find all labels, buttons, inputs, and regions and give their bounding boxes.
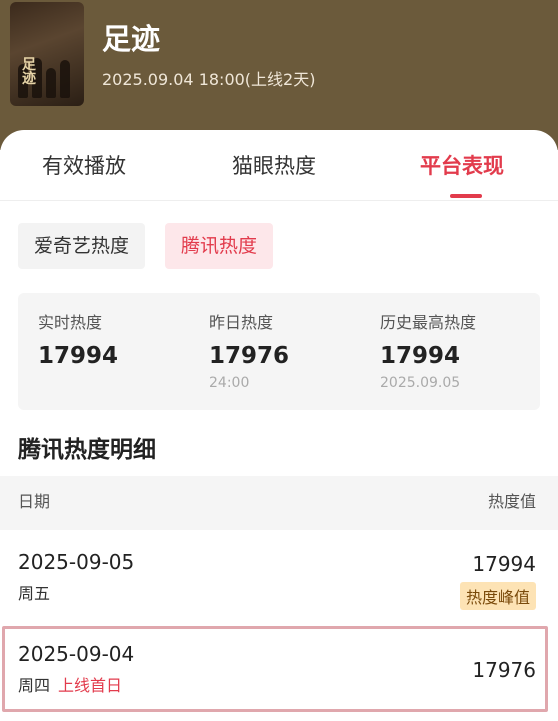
stat-history-max: 历史最高热度 17994 2025.09.05 xyxy=(380,309,476,391)
stat-value: 17994 xyxy=(38,343,119,369)
stat-value: 17976 xyxy=(209,343,290,369)
poster-calligraphy: 足迹 xyxy=(22,57,36,87)
row-weekday-and-tag: 周四 上线首日 xyxy=(18,672,122,696)
column-header-value: 热度值 xyxy=(487,492,536,511)
tab-bar: 有效播放 猫眼热度 平台表现 xyxy=(0,130,558,201)
row-value: 17976 xyxy=(472,658,536,682)
row-date: 2025-09-05 xyxy=(18,550,135,574)
row-weekday: 周五 xyxy=(18,584,51,603)
row-weekday: 周四 xyxy=(18,676,51,695)
content-sheet: 有效播放 猫眼热度 平台表现 爱奇艺热度 腾讯热度 实时热度 17994 昨日热… xyxy=(0,130,558,721)
drama-header: 足迹 足迹 2025.09.04 18:00(上线2天) xyxy=(0,0,558,150)
stat-yesterday: 昨日热度 17976 24:00 xyxy=(209,309,289,391)
platform-chip-iqiyi[interactable]: 爱奇艺热度 xyxy=(18,223,146,269)
release-info: 2025.09.04 18:00(上线2天) xyxy=(102,70,316,89)
detail-section-title: 腾讯热度明细 xyxy=(18,437,156,463)
column-header-date: 日期 xyxy=(18,492,51,511)
stat-subtext: 2025.09.05 xyxy=(380,375,461,391)
stat-subtext: 24:00 xyxy=(209,375,250,391)
active-tab-indicator xyxy=(450,194,482,198)
stat-value: 17994 xyxy=(380,343,461,369)
detail-table-header: 日期 热度值 xyxy=(0,476,558,530)
poster-figure xyxy=(60,60,70,98)
poster-figure xyxy=(46,68,56,98)
table-row[interactable]: 2025-09-05 周五 17994 热度峰值 xyxy=(0,540,558,620)
tab-platform-performance[interactable]: 平台表现 xyxy=(420,150,504,180)
launch-day-tag: 上线首日 xyxy=(58,676,123,695)
heat-summary-card: 实时热度 17994 昨日热度 17976 24:00 历史最高热度 17994… xyxy=(18,293,540,410)
stat-label: 昨日热度 xyxy=(209,313,274,332)
row-value: 17994 xyxy=(472,552,536,576)
poster-image[interactable]: 足迹 xyxy=(10,2,84,106)
tab-effective-play[interactable]: 有效播放 xyxy=(42,150,126,180)
row-date: 2025-09-04 xyxy=(18,642,135,666)
platform-chip-tencent[interactable]: 腾讯热度 xyxy=(165,223,274,269)
peak-badge: 热度峰值 xyxy=(459,582,536,610)
stat-realtime: 实时热度 17994 xyxy=(38,309,118,369)
table-row[interactable]: 2025-09-04 周四 上线首日 17976 xyxy=(0,630,558,710)
stat-label: 实时热度 xyxy=(38,313,103,332)
drama-title: 足迹 xyxy=(102,22,161,56)
tab-maoyan-heat[interactable]: 猫眼热度 xyxy=(232,150,316,180)
stat-label: 历史最高热度 xyxy=(380,313,477,332)
